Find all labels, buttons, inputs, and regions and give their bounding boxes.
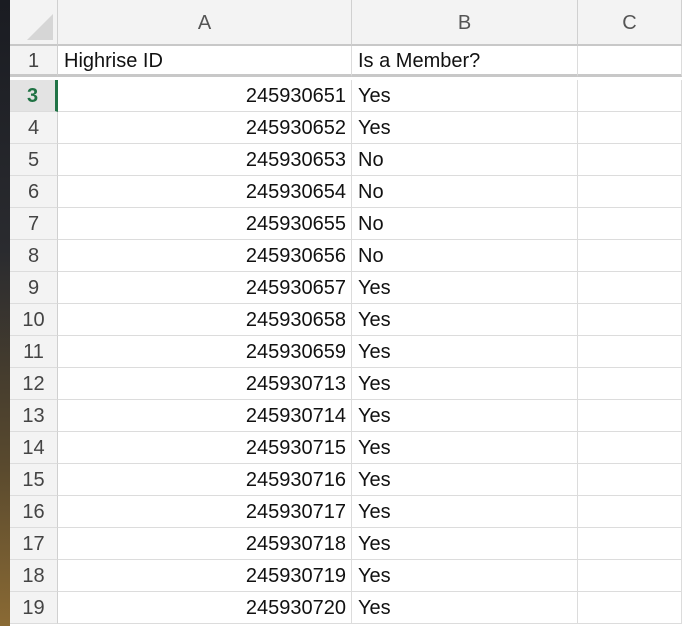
row-header[interactable]: 10 <box>10 304 58 336</box>
row-header[interactable]: 4 <box>10 112 58 144</box>
row-header[interactable]: 14 <box>10 432 58 464</box>
row-header[interactable]: 9 <box>10 272 58 304</box>
cell-is-member[interactable]: No <box>352 208 578 240</box>
cell-highrise-id[interactable]: 245930651 <box>58 80 352 112</box>
cell-c-empty[interactable] <box>578 560 682 592</box>
cell-is-member[interactable]: No <box>352 176 578 208</box>
cell-is-member[interactable]: Yes <box>352 464 578 496</box>
cell-c-empty[interactable] <box>578 272 682 304</box>
cell-c-empty[interactable] <box>578 112 682 144</box>
column-header-a[interactable]: A <box>58 0 352 46</box>
cell-c-empty[interactable] <box>578 176 682 208</box>
row-header[interactable]: 5 <box>10 144 58 176</box>
row-header[interactable]: 6 <box>10 176 58 208</box>
cell-c-empty[interactable] <box>578 496 682 528</box>
cell-highrise-id[interactable]: 245930717 <box>58 496 352 528</box>
row-header-1[interactable]: 1 <box>10 46 58 77</box>
cell-is-member[interactable]: Yes <box>352 528 578 560</box>
cell-is-member[interactable]: Yes <box>352 112 578 144</box>
cell-highrise-id[interactable]: 245930718 <box>58 528 352 560</box>
cell-c-empty[interactable] <box>578 528 682 560</box>
cell-is-member[interactable]: No <box>352 240 578 272</box>
cell-is-member[interactable]: Yes <box>352 272 578 304</box>
cell-highrise-id[interactable]: 245930714 <box>58 400 352 432</box>
row-header[interactable]: 19 <box>10 592 58 624</box>
cell-highrise-id[interactable]: 245930716 <box>58 464 352 496</box>
cell-c-empty[interactable] <box>578 464 682 496</box>
cell-c-empty[interactable] <box>578 304 682 336</box>
row-header[interactable]: 18 <box>10 560 58 592</box>
cell-highrise-id[interactable]: 245930659 <box>58 336 352 368</box>
cell-is-member[interactable]: Yes <box>352 592 578 624</box>
spreadsheet-grid[interactable]: A B C 1 Highrise ID Is a Member? 3 245930… <box>10 0 682 626</box>
row-header[interactable]: 7 <box>10 208 58 240</box>
cell-is-member[interactable]: Yes <box>352 304 578 336</box>
cell-is-member[interactable]: Yes <box>352 368 578 400</box>
cell-is-member[interactable]: Yes <box>352 336 578 368</box>
cell-is-member[interactable]: Yes <box>352 496 578 528</box>
cell-highrise-id[interactable]: 245930656 <box>58 240 352 272</box>
cell-highrise-id[interactable]: 245930652 <box>58 112 352 144</box>
cell-a1-highrise-id-header[interactable]: Highrise ID <box>58 46 352 77</box>
cell-is-member[interactable]: Yes <box>352 400 578 432</box>
cell-c-empty[interactable] <box>578 240 682 272</box>
cell-highrise-id[interactable]: 245930720 <box>58 592 352 624</box>
row-header[interactable]: 11 <box>10 336 58 368</box>
row-header[interactable]: 16 <box>10 496 58 528</box>
row-header[interactable]: 3 <box>10 80 58 112</box>
cell-highrise-id[interactable]: 245930658 <box>58 304 352 336</box>
desktop-background-strip <box>0 0 10 626</box>
cell-highrise-id[interactable]: 245930655 <box>58 208 352 240</box>
cell-c-empty[interactable] <box>578 400 682 432</box>
row-header[interactable]: 15 <box>10 464 58 496</box>
cell-highrise-id[interactable]: 245930653 <box>58 144 352 176</box>
select-all-corner[interactable] <box>10 0 58 46</box>
cell-highrise-id[interactable]: 245930715 <box>58 432 352 464</box>
cell-c-empty[interactable] <box>578 144 682 176</box>
cell-c-empty[interactable] <box>578 368 682 400</box>
row-header[interactable]: 12 <box>10 368 58 400</box>
row-header[interactable]: 8 <box>10 240 58 272</box>
cell-highrise-id[interactable]: 245930657 <box>58 272 352 304</box>
cell-c-empty[interactable] <box>578 336 682 368</box>
cell-is-member[interactable]: No <box>352 144 578 176</box>
cell-highrise-id[interactable]: 245930654 <box>58 176 352 208</box>
cell-is-member[interactable]: Yes <box>352 80 578 112</box>
cell-is-member[interactable]: Yes <box>352 432 578 464</box>
row-header[interactable]: 13 <box>10 400 58 432</box>
cell-c-empty[interactable] <box>578 208 682 240</box>
row-header[interactable]: 17 <box>10 528 58 560</box>
cell-c-empty[interactable] <box>578 592 682 624</box>
cell-c1[interactable] <box>578 46 682 77</box>
cell-highrise-id[interactable]: 245930713 <box>58 368 352 400</box>
cell-highrise-id[interactable]: 245930719 <box>58 560 352 592</box>
cell-c-empty[interactable] <box>578 432 682 464</box>
column-header-c[interactable]: C <box>578 0 682 46</box>
cell-c-empty[interactable] <box>578 80 682 112</box>
column-header-b[interactable]: B <box>352 0 578 46</box>
select-all-triangle-icon <box>27 14 53 40</box>
cell-b1-member-header[interactable]: Is a Member? <box>352 46 578 77</box>
cell-is-member[interactable]: Yes <box>352 560 578 592</box>
